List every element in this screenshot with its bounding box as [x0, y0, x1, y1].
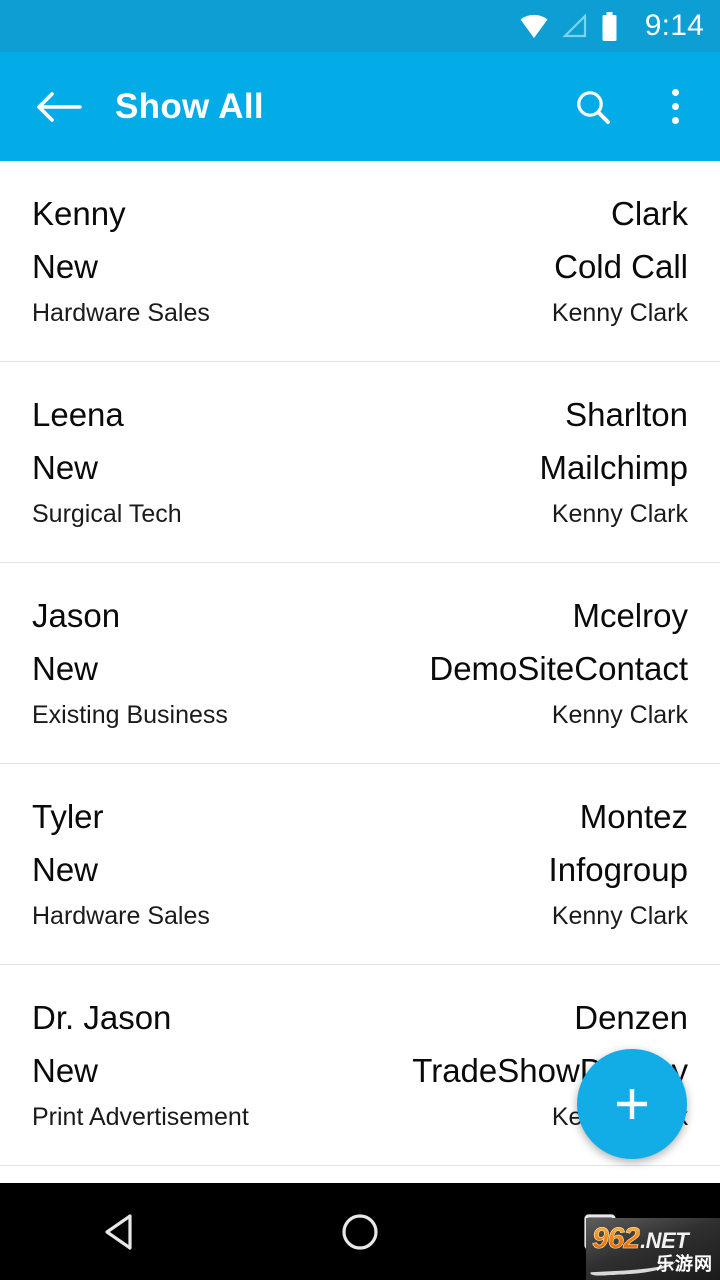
status-bar-clock: 9:14: [644, 9, 704, 42]
first-name: Kenny: [32, 194, 126, 232]
nav-home-button[interactable]: [240, 1183, 480, 1280]
last-name: Mcelroy: [572, 596, 688, 634]
arrow-left-icon: [37, 91, 82, 122]
first-name: Tyler: [32, 797, 104, 835]
first-name: Leena: [32, 395, 124, 433]
status-bar-icons: 9:14: [519, 11, 704, 41]
overflow-dot: [671, 89, 679, 96]
status-bar: 9:14: [0, 0, 720, 52]
list-item-meta-line: Hardware Sales Kenny Clark: [32, 298, 688, 327]
category: Existing Business: [32, 700, 228, 729]
back-button[interactable]: [28, 76, 90, 138]
list-item-name-line: Tyler Montez: [32, 800, 688, 833]
last-name: Montez: [579, 797, 688, 835]
status: New: [32, 850, 99, 888]
first-name: Dr. Jason: [32, 998, 172, 1036]
list-item[interactable]: Tyler Montez New Infogroup Hardware Sale…: [0, 764, 720, 965]
source: Mailchimp: [539, 448, 688, 486]
add-button[interactable]: [577, 1049, 687, 1159]
list-item[interactable]: Jason Mcelroy New DemoSiteContact Existi…: [0, 563, 720, 764]
category: Print Advertisement: [32, 1102, 249, 1131]
last-name: Sharlton: [565, 395, 688, 433]
list-item[interactable]: Leena Sharlton New Mailchimp Surgical Te…: [0, 362, 720, 563]
phone-screen: 9:14 Show All Kenny Clark New Cold Call …: [0, 0, 720, 1280]
list-item-status-line: New DemoSiteContact: [32, 652, 688, 685]
site-watermark: 962 .NET 乐游网: [586, 1218, 720, 1280]
cell-signal-icon: [562, 13, 586, 38]
list-item[interactable]: Kenny Clark New Cold Call Hardware Sales…: [0, 161, 720, 362]
last-name: Clark: [610, 194, 688, 232]
app-toolbar: Show All: [0, 52, 720, 161]
nav-home-circle-icon: [342, 1213, 378, 1250]
status: New: [32, 1051, 99, 1089]
list-item-name-line: Leena Sharlton: [32, 398, 688, 431]
last-name: Denzen: [574, 998, 688, 1036]
owner: Kenny Clark: [551, 298, 688, 327]
toolbar-actions: [568, 82, 720, 132]
plus-icon: [617, 1089, 647, 1119]
list-item-meta-line: Surgical Tech Kenny Clark: [32, 499, 688, 528]
category: Hardware Sales: [32, 298, 210, 327]
page-title: Show All: [115, 86, 264, 126]
status: New: [32, 247, 99, 285]
first-name: Jason: [32, 596, 121, 634]
category: Hardware Sales: [32, 901, 210, 930]
category: Surgical Tech: [32, 499, 182, 528]
watermark-number: 962: [592, 1222, 641, 1256]
search-button[interactable]: [568, 82, 618, 132]
lead-list[interactable]: Kenny Clark New Cold Call Hardware Sales…: [0, 161, 720, 1183]
list-item-status-line: New Cold Call: [32, 250, 688, 283]
nav-back-triangle-icon: [105, 1213, 132, 1250]
list-item-name-line: Dr. Jason Denzen: [32, 1001, 688, 1034]
source: Infogroup: [548, 850, 688, 888]
search-icon: [577, 90, 610, 124]
list-item-name-line: Kenny Clark: [32, 197, 688, 230]
source: Cold Call: [554, 247, 688, 285]
owner: Kenny Clark: [551, 499, 688, 528]
overflow-dot: [671, 117, 679, 124]
overflow-menu-button[interactable]: [658, 82, 692, 132]
overflow-dot: [671, 103, 679, 110]
list-item-meta-line: Existing Business Kenny Clark: [32, 700, 688, 729]
list-item-status-line: New Mailchimp: [32, 451, 688, 484]
list-item-meta-line: Hardware Sales Kenny Clark: [32, 901, 688, 930]
owner: Kenny Clark: [551, 700, 688, 729]
wifi-icon: [520, 14, 548, 38]
nav-back-button[interactable]: [0, 1183, 240, 1280]
owner: Kenny Clark: [551, 901, 688, 930]
watermark-chinese-text: 乐游网: [656, 1254, 713, 1275]
battery-icon: [602, 11, 617, 41]
list-item-name-line: Jason Mcelroy: [32, 599, 688, 632]
status: New: [32, 448, 99, 486]
source: DemoSiteContact: [429, 649, 688, 687]
status: New: [32, 649, 99, 687]
list-item-status-line: New Infogroup: [32, 853, 688, 886]
